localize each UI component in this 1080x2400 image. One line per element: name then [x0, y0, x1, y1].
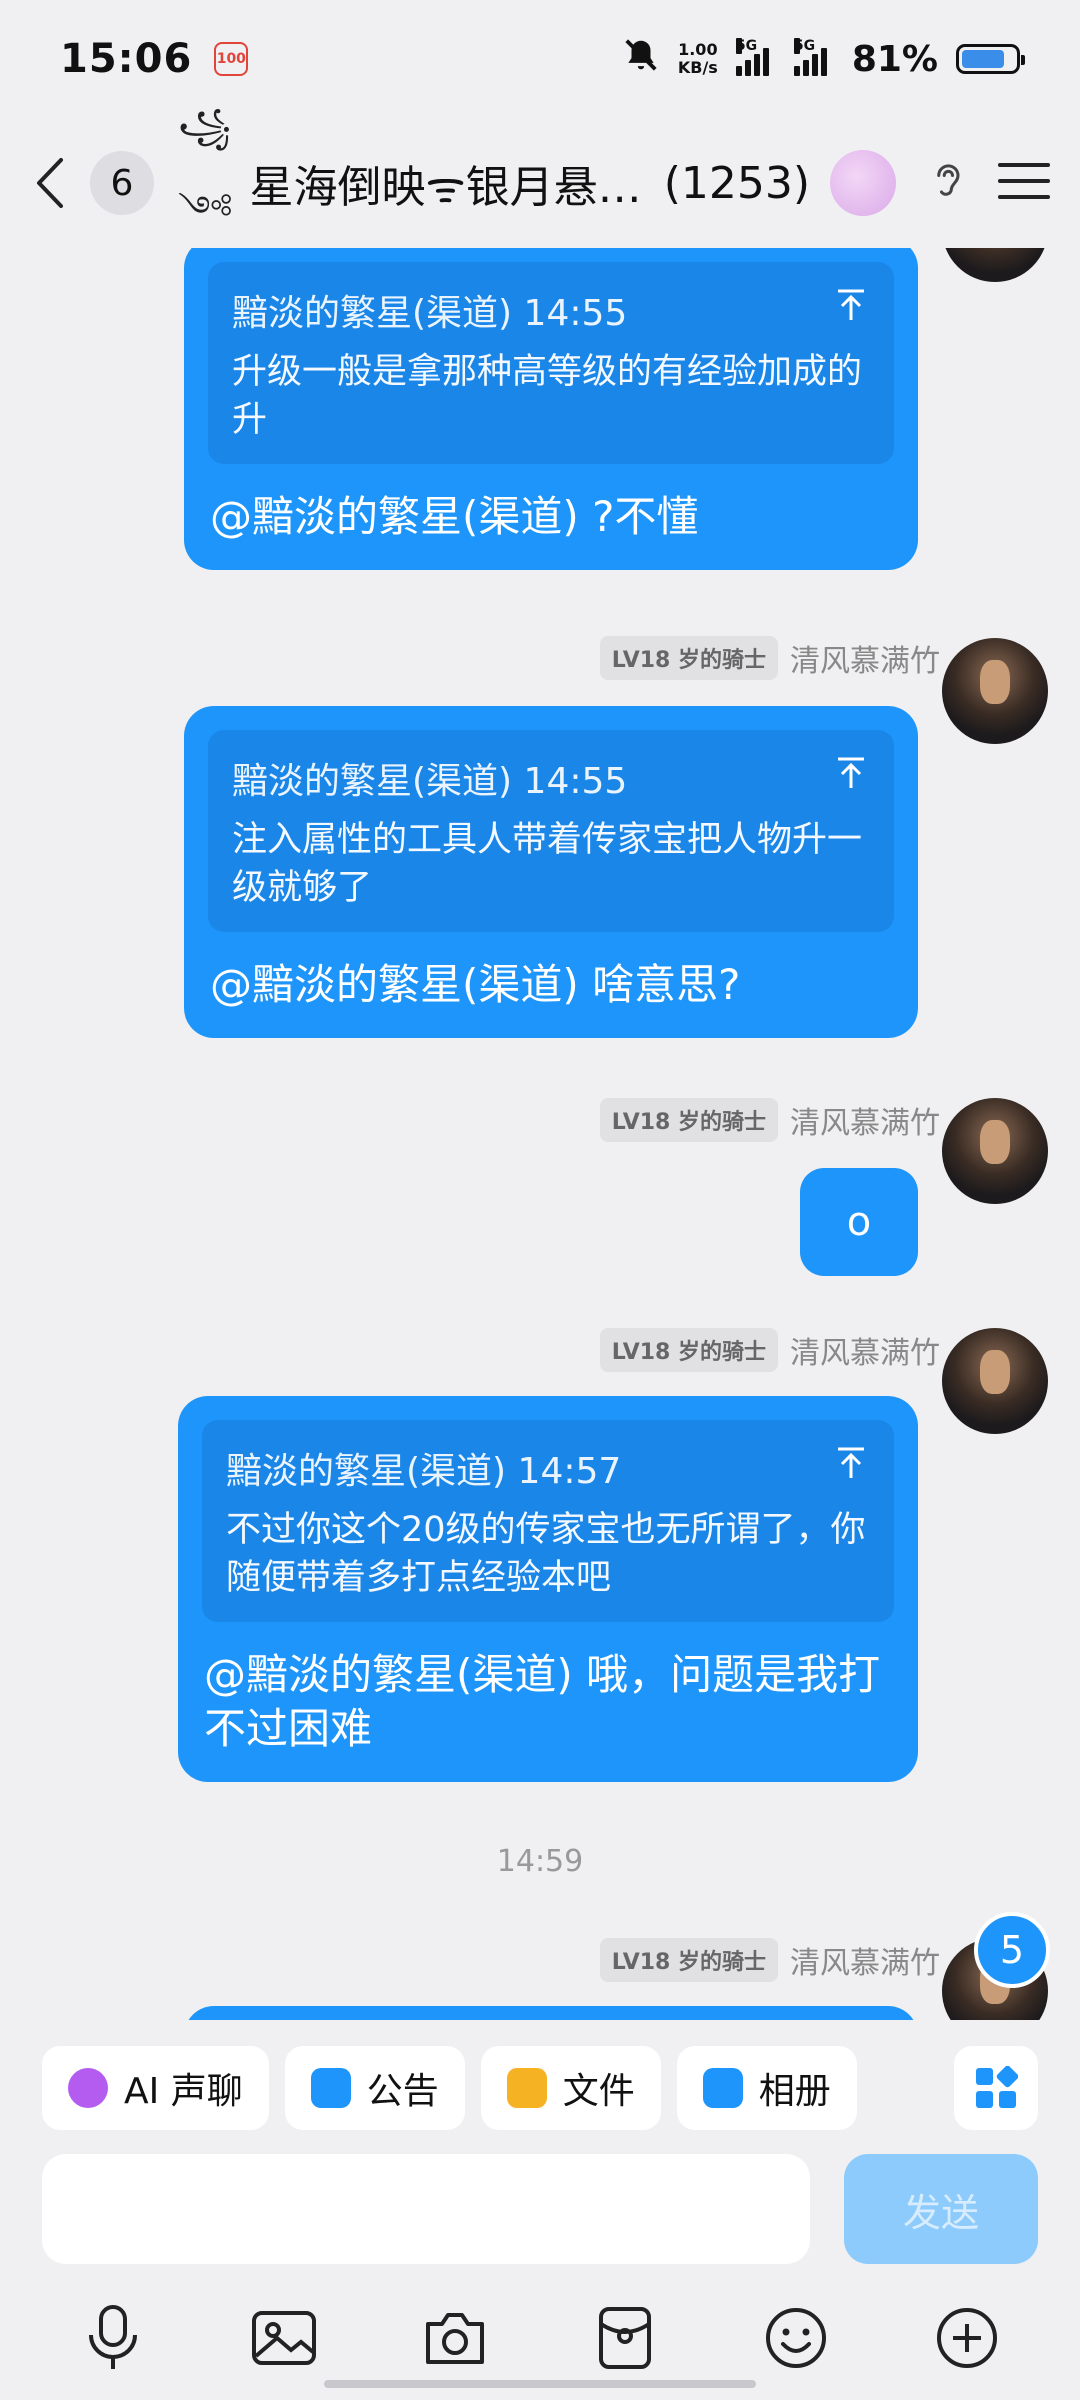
- folder-icon: [506, 2068, 547, 2108]
- quote-text: 注入属性的工具人带着传家宝把人物升一级就够了: [232, 820, 863, 908]
- chat-title-area[interactable]: ꧁༺ 星海倒映ᯤ银月悬… (1253): [178, 101, 810, 266]
- back-icon[interactable]: [30, 153, 70, 213]
- files-button[interactable]: 文件: [480, 2046, 661, 2130]
- ai-voice-icon: [68, 2068, 108, 2108]
- microphone-icon[interactable]: [73, 2298, 153, 2378]
- image-icon[interactable]: [244, 2298, 324, 2378]
- reply-text: @黯淡的繁星(渠道) 啥意思?: [210, 960, 741, 1009]
- plus-icon[interactable]: [927, 2298, 1007, 2378]
- message-bubble[interactable]: [184, 2006, 918, 2020]
- ear-icon[interactable]: [930, 159, 964, 207]
- network-speed: 1.00 KB/s: [677, 40, 718, 77]
- jump-to-quote-icon[interactable]: [834, 756, 868, 794]
- sender-name[interactable]: 清风慕满竹: [790, 636, 940, 680]
- jump-to-quote-icon[interactable]: [834, 288, 868, 326]
- quote-text: 升级一般是拿那种高等级的有经验加成的升: [232, 352, 863, 440]
- message-input[interactable]: [42, 2154, 810, 2264]
- group-mascot-icon[interactable]: [830, 150, 896, 216]
- message-bubble[interactable]: 黯淡的繁星(渠道) 14:57 不过你这个20级的传家宝也无所谓了，你随便带着多…: [178, 1396, 918, 1782]
- ai-voice-chat-button[interactable]: AI 声聊: [42, 2046, 269, 2130]
- avatar[interactable]: [942, 1098, 1048, 1204]
- time-separator: 14:59: [496, 1844, 584, 1879]
- album-button[interactable]: 相册: [676, 2046, 857, 2130]
- battery-fill: [962, 50, 1005, 68]
- message-list[interactable]: 黯淡的繁星(渠道) 14:55 升级一般是拿那种高等级的有经验加成的升 @黯淡的…: [0, 248, 1080, 2020]
- sender-name[interactable]: 清风慕满竹: [790, 1328, 940, 1372]
- sender-row: LV18 岁的骑士 清风慕满竹: [599, 1328, 940, 1372]
- level-badge: LV18 岁的骑士: [599, 636, 778, 680]
- battery-percent: 81%: [851, 38, 938, 80]
- apps-grid-button[interactable]: [954, 2046, 1038, 2130]
- camera-icon[interactable]: [415, 2298, 495, 2378]
- message-bubble[interactable]: 黯淡的繁星(渠道) 14:55 升级一般是拿那种高等级的有经验加成的升 @黯淡的…: [184, 248, 918, 570]
- member-count: (1253): [663, 157, 810, 209]
- unread-badge[interactable]: 6: [90, 151, 154, 215]
- avatar[interactable]: [942, 248, 1048, 282]
- app-notification-icon: 100: [214, 42, 249, 76]
- clock: 15:06: [60, 36, 193, 82]
- level-badge: LV18 岁的骑士: [599, 1938, 778, 1982]
- home-indicator[interactable]: [324, 2380, 756, 2388]
- input-panel: AI 声聊 公告 文件 相册 发送: [0, 2020, 1080, 2400]
- sender-name[interactable]: 清风慕满竹: [790, 1938, 940, 1982]
- battery-icon: [956, 44, 1025, 74]
- chat-header: 6 ꧁༺ 星海倒映ᯤ银月悬… (1253): [0, 107, 1080, 248]
- reply-text: @黯淡的繁星(渠道) 哦，问题是我打不过困难: [204, 1650, 881, 1753]
- level-badge: LV18 岁的骑士: [599, 1328, 778, 1372]
- chip-label: AI 声聊: [124, 2071, 243, 2112]
- announcement-button[interactable]: 公告: [284, 2046, 465, 2130]
- signal-icon-sim1: 5G: [735, 38, 776, 76]
- quick-actions: AI 声聊 公告 文件 相册: [42, 2046, 857, 2130]
- sender-row: LV18 岁的骑士 清风慕满竹: [599, 1938, 940, 1982]
- chip-label: 公告: [366, 2071, 439, 2112]
- quote-author-time: 黯淡的繁星(渠道) 14:55: [232, 293, 628, 334]
- chip-label: 文件: [562, 2071, 635, 2112]
- chip-label: 相册: [758, 2071, 831, 2112]
- avatar[interactable]: [942, 1328, 1048, 1434]
- new-message-count-badge[interactable]: 5: [974, 1912, 1050, 1988]
- quote-author-time: 黯淡的繁星(渠道) 14:55: [232, 761, 628, 802]
- input-toolbar: [0, 2298, 1080, 2378]
- signal-icon-sim2: 5G: [793, 38, 834, 76]
- apps-grid-icon: [976, 2066, 1018, 2108]
- chat-title: 星海倒映ᯤ银月悬…: [249, 162, 642, 213]
- quote-author-time: 黯淡的繁星(渠道) 14:57: [226, 1451, 622, 1492]
- mute-bell-icon: [622, 36, 660, 83]
- sender-name[interactable]: 清风慕满竹: [790, 1098, 940, 1142]
- message-bubble[interactable]: 黯淡的繁星(渠道) 14:55 注入属性的工具人带着传家宝把人物升一级就够了 @…: [184, 706, 918, 1038]
- avatar[interactable]: [942, 638, 1048, 744]
- title-decoration: ꧁༺: [178, 106, 233, 229]
- jump-to-quote-icon[interactable]: [834, 1446, 868, 1484]
- announcement-icon: [310, 2068, 351, 2108]
- quoted-message[interactable]: 黯淡的繁星(渠道) 14:57 不过你这个20级的传家宝也无所谓了，你随便带着多…: [202, 1420, 894, 1622]
- sender-row: LV18 岁的骑士 清风慕满竹: [599, 636, 940, 680]
- emoji-icon[interactable]: [756, 2298, 836, 2378]
- menu-icon[interactable]: [998, 161, 1050, 205]
- message-bubble[interactable]: o: [800, 1168, 918, 1276]
- level-badge: LV18 岁的骑士: [599, 1098, 778, 1142]
- red-packet-icon[interactable]: [585, 2298, 665, 2378]
- quote-text: 不过你这个20级的传家宝也无所谓了，你随便带着多打点经验本吧: [226, 1510, 866, 1598]
- sender-row: LV18 岁的骑士 清风慕满竹: [599, 1098, 940, 1142]
- send-button[interactable]: 发送: [844, 2154, 1038, 2264]
- reply-text: @黯淡的繁星(渠道) ?不懂: [210, 492, 699, 541]
- quoted-message[interactable]: 黯淡的繁星(渠道) 14:55 升级一般是拿那种高等级的有经验加成的升: [208, 262, 894, 464]
- album-icon: [702, 2068, 743, 2108]
- quoted-message[interactable]: 黯淡的繁星(渠道) 14:55 注入属性的工具人带着传家宝把人物升一级就够了: [208, 730, 894, 932]
